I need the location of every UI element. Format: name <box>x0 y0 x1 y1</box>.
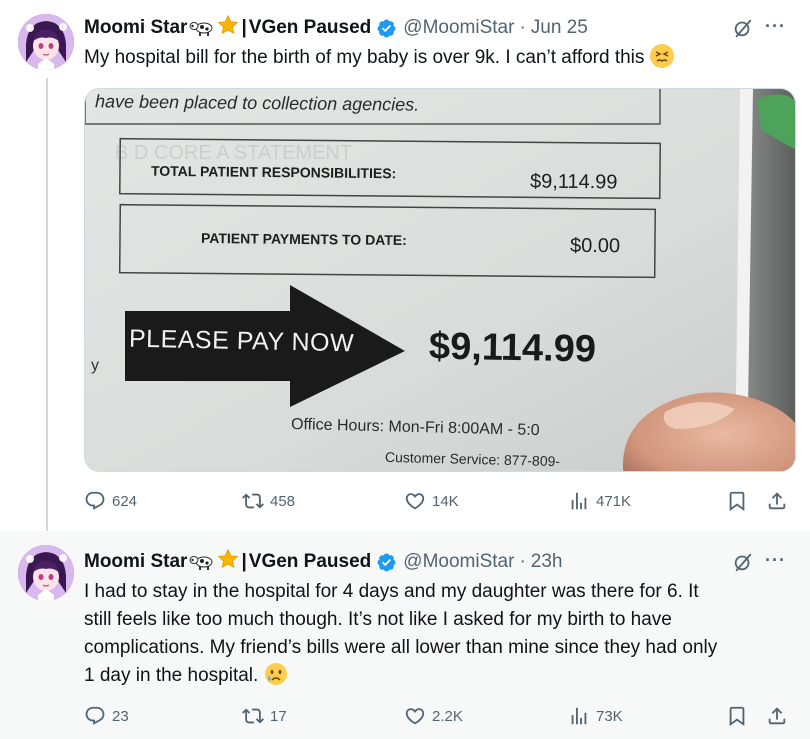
bookmark-icon <box>729 491 745 512</box>
tweet-text-line: still feels like too much though. It’s n… <box>84 609 672 630</box>
more-icon[interactable]: ··· <box>765 16 786 37</box>
thumb-image <box>623 392 795 471</box>
tweet-text-line: 1 day in the hospital. <box>84 665 259 686</box>
tweet-text: I had to stay in the hospital for 4 days… <box>84 578 796 690</box>
share-icon <box>768 492 786 510</box>
views-button[interactable]: 471K <box>568 490 631 512</box>
like-button[interactable]: 14K <box>404 490 459 512</box>
persevering-face-emoji <box>649 44 674 68</box>
grok-icon[interactable] <box>732 551 754 573</box>
bill-arrow-text: PLEASE PAY NOW <box>128 324 355 358</box>
timestamp[interactable]: 23h <box>531 551 563 573</box>
reply-icon <box>85 706 105 725</box>
grok-icon[interactable] <box>732 17 754 39</box>
display-name-suffix[interactable]: VGen Paused <box>249 551 372 573</box>
star-emoji <box>217 548 239 576</box>
share-button[interactable] <box>766 490 794 512</box>
repost-count: 458 <box>270 492 296 510</box>
tweet-text-body: My hospital bill for the birth of my bab… <box>84 47 645 68</box>
bill-row1-label: TOTAL PATIENT RESPONSIBILITIES: <box>150 162 397 182</box>
verified-badge-icon <box>376 18 397 39</box>
avatar[interactable] <box>18 14 74 70</box>
tweet-actions: 23 17 2.2K 73K <box>84 705 796 729</box>
like-count: 14K <box>432 492 459 510</box>
bookmark-button[interactable] <box>726 490 754 512</box>
bill-row2-label: PATIENT PAYMENTS TO DATE: <box>200 229 407 249</box>
tweet-text: My hospital bill for the birth of my bab… <box>84 44 796 72</box>
tweet-text-line: I had to stay in the hospital for 4 days… <box>84 581 699 602</box>
svg-text:B D CORE A STATEMENT: B D CORE A STATEMENT <box>115 142 352 164</box>
display-name[interactable]: Moomi Star <box>84 17 187 39</box>
reply-count: 23 <box>112 707 129 725</box>
views-icon <box>571 492 587 510</box>
handle[interactable]: @MoomiStar <box>403 551 514 573</box>
views-count: 471K <box>596 492 632 510</box>
repost-button[interactable]: 17 <box>242 705 287 727</box>
display-name[interactable]: Moomi Star <box>84 551 187 573</box>
dot-separator: · <box>519 551 526 572</box>
share-button[interactable] <box>766 705 794 727</box>
repost-button[interactable]: 458 <box>242 490 295 512</box>
display-name-suffix[interactable]: VGen Paused <box>249 17 372 39</box>
bill-row2-value: $0.00 <box>569 234 621 258</box>
reply-icon <box>85 491 105 510</box>
tweet-header: Moomi Star | VGen Paused @MoomiStar · 23… <box>84 548 562 576</box>
reply-count: 624 <box>112 492 138 510</box>
like-count: 2.2K <box>432 707 463 725</box>
name-separator: | <box>241 551 247 572</box>
like-button[interactable]: 2.2K <box>404 705 463 727</box>
tweet-media-photo[interactable]: B D CORE A STATEMENT have been placed to… <box>84 88 796 472</box>
cow-emoji <box>189 20 215 36</box>
views-button[interactable]: 73K <box>568 705 623 727</box>
tweet-actions: 624 458 14K 471K <box>84 490 796 514</box>
like-icon <box>405 493 425 510</box>
views-icon <box>571 707 587 725</box>
bill-row1-value: $9,114.99 <box>529 170 618 194</box>
dot-separator: · <box>519 17 526 38</box>
repost-icon <box>242 708 264 724</box>
bill-big-amount: $9,114.99 <box>428 325 597 371</box>
verified-badge-icon <box>376 552 397 573</box>
bill-top-line: have been placed to collection agencies. <box>94 91 420 115</box>
thread-line <box>46 78 48 531</box>
bill-margin-char: y <box>91 357 99 374</box>
share-icon <box>768 707 786 725</box>
repost-count: 17 <box>270 707 287 725</box>
cow-emoji <box>189 554 215 570</box>
views-count: 73K <box>596 707 623 725</box>
like-icon <box>405 708 425 725</box>
tweet-1[interactable]: Moomi Star | VGen Paused @MoomiStar · Ju… <box>0 0 810 531</box>
tweet-header: Moomi Star | VGen Paused @MoomiStar · Ju… <box>84 14 588 42</box>
reply-button[interactable]: 23 <box>84 705 129 727</box>
more-icon[interactable]: ··· <box>765 550 786 571</box>
sad-relieved-face-emoji <box>264 662 288 686</box>
handle[interactable]: @MoomiStar <box>403 17 514 39</box>
star-emoji <box>217 14 239 42</box>
tweet-text-line: complications. My friend’s bills were al… <box>84 637 718 658</box>
repost-icon <box>242 493 264 509</box>
tweet-2[interactable]: Moomi Star | VGen Paused @MoomiStar · 23… <box>0 531 810 739</box>
bookmark-icon <box>729 706 745 727</box>
avatar[interactable] <box>18 545 74 601</box>
name-separator: | <box>241 17 247 38</box>
reply-button[interactable]: 624 <box>84 490 137 512</box>
timestamp[interactable]: Jun 25 <box>531 17 588 39</box>
bookmark-button[interactable] <box>726 705 754 727</box>
